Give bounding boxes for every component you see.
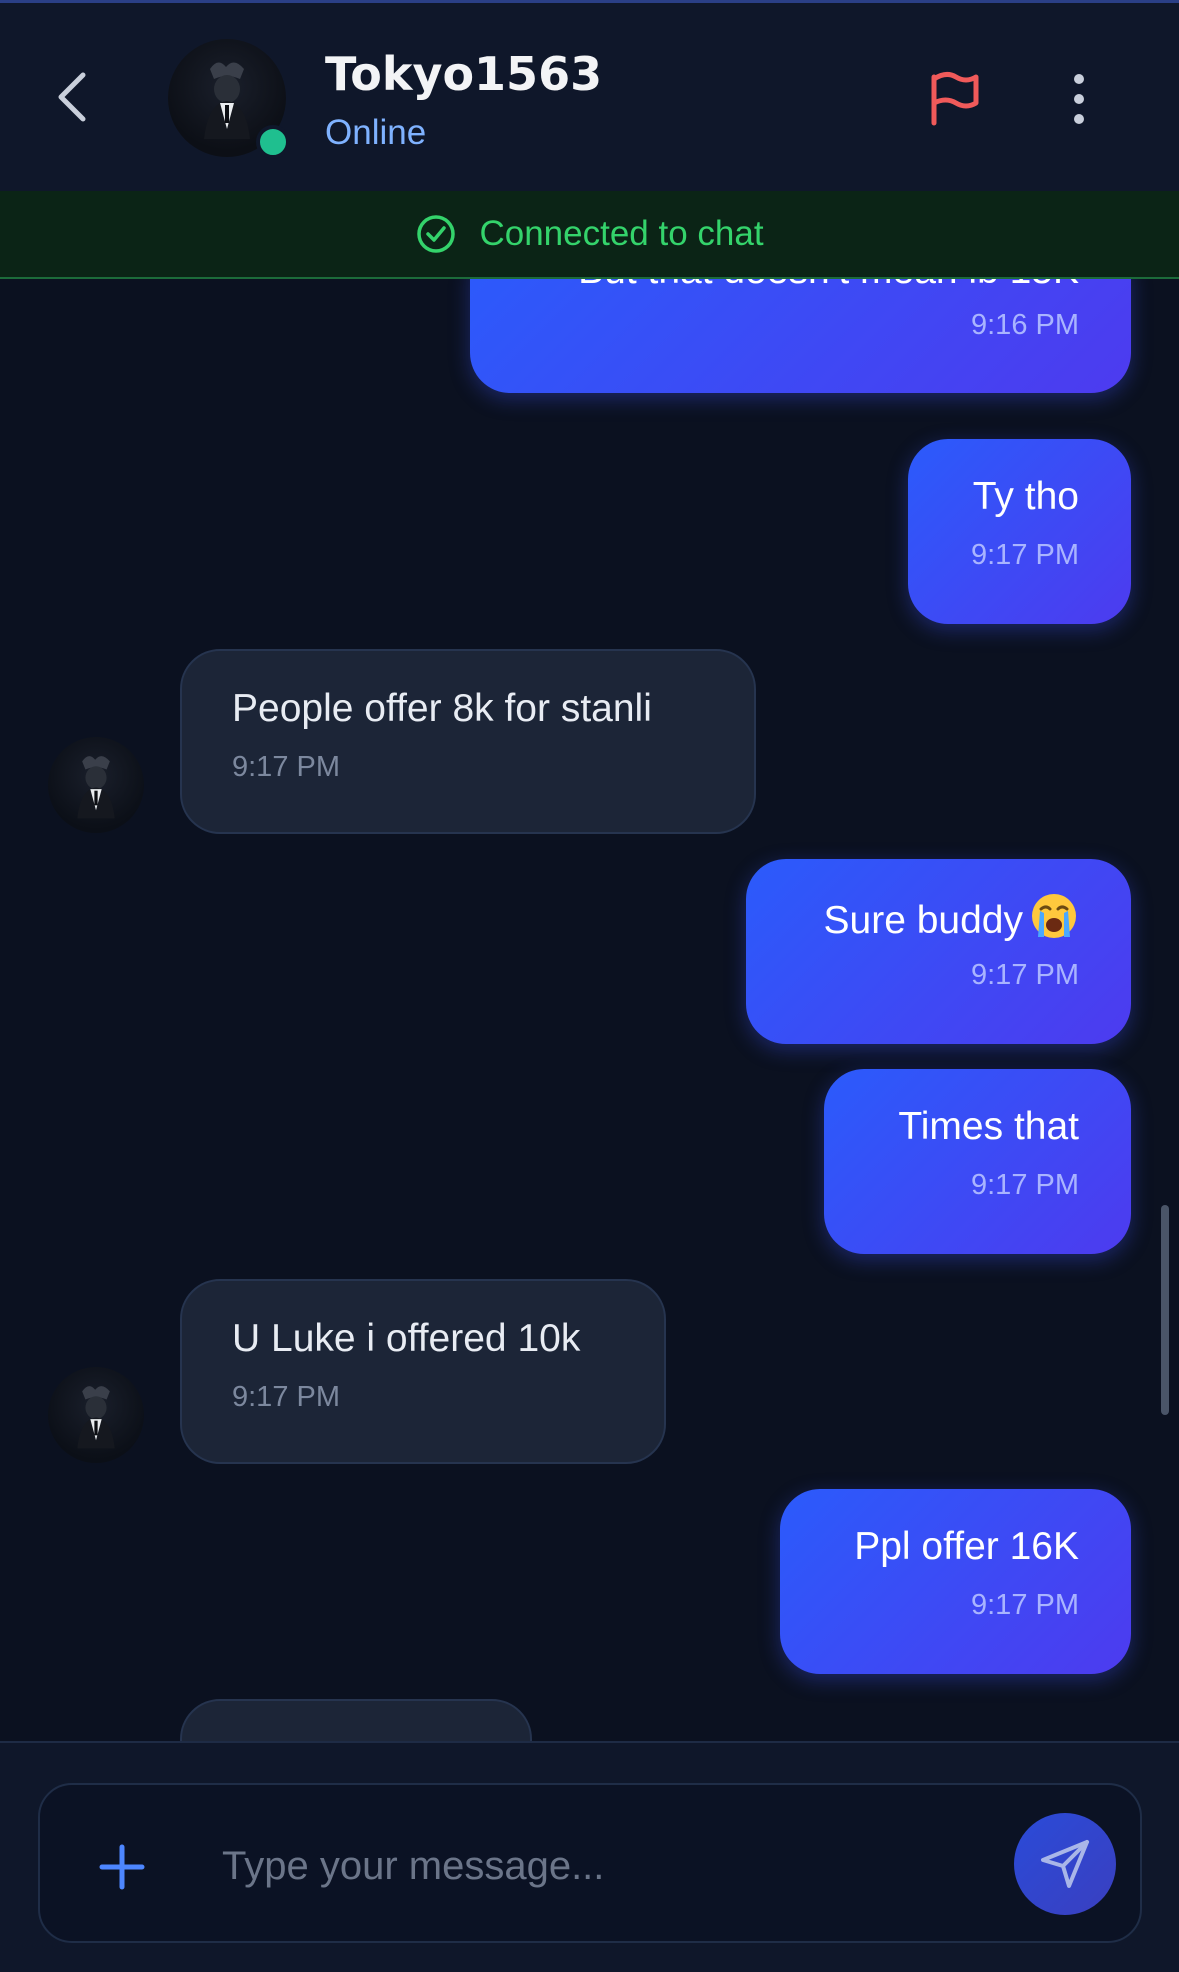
message-bubble-incoming[interactable]: U Luke i offered 10k 9:17 PM: [180, 1279, 666, 1464]
message-bubble-outgoing[interactable]: Ty tho 9:17 PM: [908, 439, 1131, 624]
message-text-value: Sure buddy: [823, 899, 1023, 942]
message-text: But that doesn’t mean lb 15K: [578, 279, 1079, 293]
sender-avatar[interactable]: [48, 737, 144, 833]
sender-avatar[interactable]: [48, 1367, 144, 1463]
message-text: Times that: [898, 1105, 1079, 1148]
contact-name: Tokyo1563: [325, 47, 603, 101]
connection-banner: Connected to chat: [0, 191, 1179, 279]
message-time: 9:17 PM: [971, 1169, 1079, 1201]
contact-status: Online: [325, 113, 427, 152]
message-composer: [38, 1783, 1142, 1943]
message-time: 9:16 PM: [971, 309, 1079, 341]
message-time: 9:17 PM: [232, 1381, 340, 1413]
message-bubble-incoming[interactable]: People offer 8k for stanli 9:17 PM: [180, 649, 756, 834]
message-text: Ty tho: [972, 475, 1079, 518]
attach-button[interactable]: [92, 1837, 152, 1897]
flag-icon: [931, 71, 979, 126]
chevron-left-icon: [58, 72, 86, 122]
message-text: Ppl offer 16K: [854, 1525, 1079, 1568]
message-time: 9:17 PM: [232, 751, 340, 783]
plus-icon: [99, 1844, 145, 1890]
message-bubble-outgoing[interactable]: But that doesn’t mean lb 15K 9:16 PM: [470, 279, 1131, 393]
contact-avatar[interactable]: [168, 39, 290, 159]
crying-face-emoji-icon: [1032, 894, 1076, 938]
report-button[interactable]: [924, 69, 984, 129]
more-options-button[interactable]: [1054, 69, 1104, 129]
connection-banner-text: Connected to chat: [479, 214, 764, 253]
send-icon: [1041, 1840, 1089, 1888]
back-button[interactable]: [46, 67, 98, 127]
message-text: People offer 8k for stanli: [232, 687, 652, 730]
message-text: Sure buddy: [824, 891, 1079, 943]
message-text: U Luke i offered 10k: [232, 1317, 581, 1360]
message-time: 9:17 PM: [971, 539, 1079, 571]
composer-area: [0, 1741, 1179, 1972]
message-list[interactable]: But that doesn’t mean lb 15K 9:16 PM Ty …: [0, 279, 1179, 1741]
message-input[interactable]: [220, 1825, 1004, 1907]
more-vertical-icon: [1074, 74, 1084, 124]
message-list-scrollbar[interactable]: [1161, 1205, 1169, 1415]
message-time: 9:17 PM: [971, 959, 1079, 991]
online-status-dot: [256, 125, 290, 159]
message-bubble-outgoing[interactable]: Ppl offer 16K 9:17 PM: [780, 1489, 1131, 1674]
message-bubble-outgoing[interactable]: Sure buddy 9:17 PM: [746, 859, 1131, 1044]
check-circle-icon: [417, 215, 456, 253]
message-bubble-outgoing[interactable]: Times that 9:17 PM: [824, 1069, 1131, 1254]
chat-header: Tokyo1563 Online: [0, 3, 1179, 193]
message-bubble-incoming-partial[interactable]: [180, 1699, 532, 1741]
send-button[interactable]: [1014, 1813, 1116, 1915]
message-time: 9:17 PM: [971, 1589, 1079, 1621]
